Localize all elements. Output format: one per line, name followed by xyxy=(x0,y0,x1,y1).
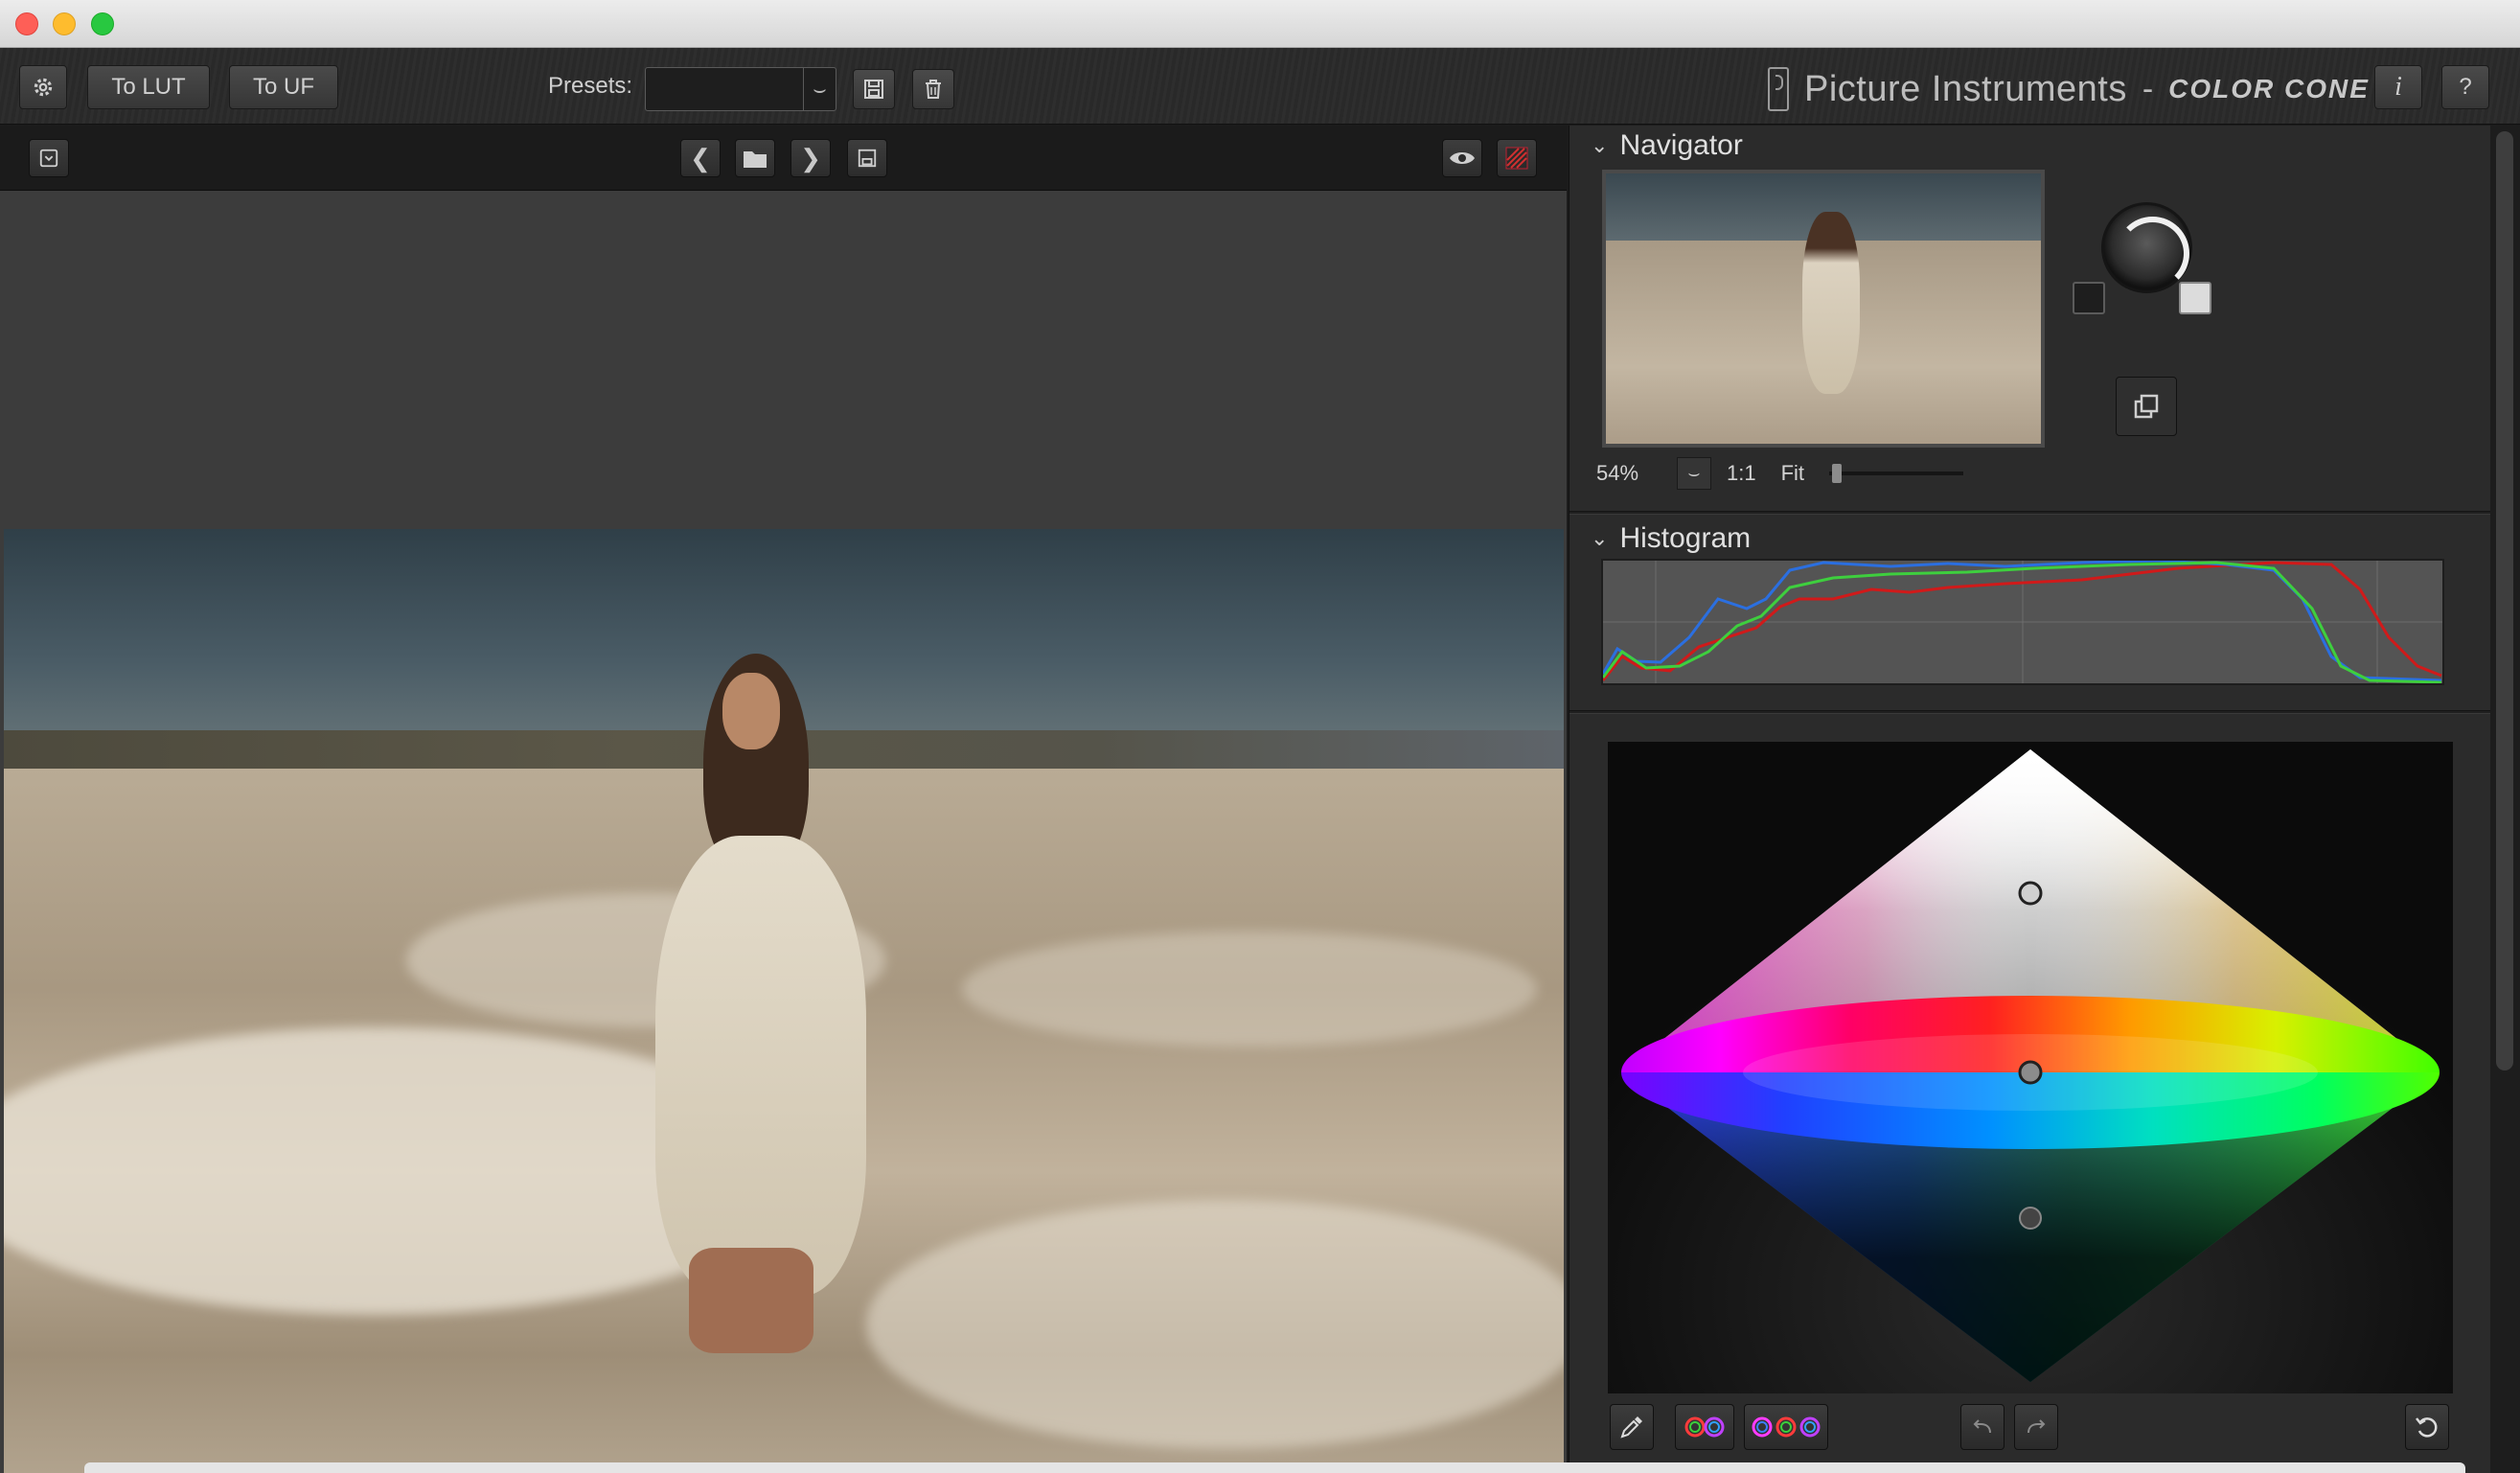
reset-icon xyxy=(2416,1417,2438,1438)
photo-subject-legs xyxy=(689,1248,813,1353)
histogram-graph xyxy=(1601,559,2444,685)
help-button[interactable]: ? xyxy=(2441,65,2489,109)
brand-separator: - xyxy=(2142,70,2154,107)
presets-dropdown[interactable]: ⌣ xyxy=(645,67,836,111)
thumbnail-subject xyxy=(1802,212,1860,394)
detach-window-icon xyxy=(2134,394,2159,419)
eyedropper-icon xyxy=(1620,1416,1642,1438)
photo-subject xyxy=(617,654,885,1382)
dropdown-box-icon xyxy=(39,149,58,168)
reset-button[interactable] xyxy=(2405,1404,2449,1450)
navigator-thumbnail[interactable] xyxy=(1602,170,2045,448)
image-view-toolbar: ❮ ❯ xyxy=(0,126,1567,191)
color-cone-view[interactable] xyxy=(1608,742,2453,1393)
zoom-1-1-button[interactable]: 1:1 xyxy=(1717,457,1766,490)
image-canvas[interactable] xyxy=(0,191,1567,1473)
photo-subject-face xyxy=(722,673,780,749)
panel-divider xyxy=(1569,710,2491,714)
midtones-control-point[interactable] xyxy=(2018,1060,2043,1085)
detach-window-button[interactable] xyxy=(2116,377,2177,436)
edited-photo xyxy=(4,529,1564,1473)
settings-button[interactable] xyxy=(19,65,67,109)
eye-icon xyxy=(1450,152,1475,164)
dark-background-button[interactable] xyxy=(2073,282,2105,314)
split-view-button[interactable] xyxy=(1497,139,1537,177)
scrollbar-thumb[interactable] xyxy=(2496,131,2513,1070)
highlights-control-point[interactable] xyxy=(2018,881,2043,906)
chevron-down-icon: ⌣ xyxy=(803,68,836,110)
save-icon xyxy=(858,149,877,168)
zoom-slider-knob[interactable] xyxy=(1831,464,1842,483)
bottom-edge xyxy=(84,1462,2465,1473)
two-rings-icon xyxy=(1684,1416,1725,1438)
zoom-slider[interactable] xyxy=(1829,464,1964,483)
to-uf-button[interactable]: To UF xyxy=(229,65,338,109)
zoom-dropdown-button[interactable]: ⌣ xyxy=(1677,457,1711,490)
undo-icon xyxy=(1973,1419,1991,1434)
photo-subject-dress xyxy=(655,836,866,1296)
info-button[interactable]: i xyxy=(2374,65,2422,109)
brand-name: Picture Instruments xyxy=(1804,68,2127,109)
gear-icon xyxy=(34,78,53,97)
histogram-header[interactable]: ⌄ Histogram xyxy=(1591,522,1751,555)
window-titlebar xyxy=(0,0,2520,48)
brand-header: Picture Instruments - COLOR CONE xyxy=(1768,65,2370,113)
three-rings-button[interactable] xyxy=(1744,1404,1828,1450)
chevron-down-icon: ⌄ xyxy=(1591,133,1609,157)
next-image-button[interactable]: ❯ xyxy=(790,139,831,177)
trash-icon xyxy=(926,80,941,99)
split-view-icon xyxy=(1505,147,1528,170)
view-options-button[interactable] xyxy=(29,139,69,177)
save-icon xyxy=(864,80,883,99)
to-lut-button[interactable]: To LUT xyxy=(87,65,210,109)
previous-image-button[interactable]: ❮ xyxy=(680,139,721,177)
color-cone-tools xyxy=(1608,1398,2453,1456)
folder-icon xyxy=(744,151,767,168)
zoom-controls: 54% ⌣ 1:1 Fit xyxy=(1591,455,1964,492)
redo-icon xyxy=(2027,1419,2046,1434)
light-background-button[interactable] xyxy=(2179,282,2211,314)
histogram-title: Histogram xyxy=(1619,522,1752,554)
shadows-control-point[interactable] xyxy=(2019,1207,2042,1230)
color-cone-svg xyxy=(1608,742,2453,1393)
delete-preset-button[interactable] xyxy=(912,69,954,109)
zoom-fit-button[interactable]: Fit xyxy=(1772,457,1814,490)
navigator-header[interactable]: ⌄ Navigator xyxy=(1591,129,1743,162)
two-rings-button[interactable] xyxy=(1675,1404,1734,1450)
picture-instruments-logo xyxy=(1768,67,1789,111)
undo-button[interactable] xyxy=(1960,1404,2005,1450)
eyedropper-button[interactable] xyxy=(1610,1404,1654,1450)
presets-label: Presets: xyxy=(548,73,633,99)
save-image-button[interactable] xyxy=(847,139,887,177)
product-name: COLOR CONE xyxy=(2168,74,2370,104)
open-image-button[interactable] xyxy=(735,139,775,177)
save-preset-button[interactable] xyxy=(853,69,895,109)
brightness-dial-icon[interactable] xyxy=(2101,202,2192,293)
navigator-title: Navigator xyxy=(1619,129,1743,161)
main-toolbar: To LUT To UF Presets: ⌣ Picture Instrume… xyxy=(0,48,2520,125)
minimize-window-button[interactable] xyxy=(53,12,76,35)
photo-foam xyxy=(962,932,1537,1047)
preview-toggle-button[interactable] xyxy=(1442,139,1482,177)
photo-foam xyxy=(866,1200,1564,1449)
redo-button[interactable] xyxy=(2014,1404,2058,1450)
close-window-button[interactable] xyxy=(15,12,38,35)
three-rings-icon xyxy=(1752,1416,1821,1438)
panel-scrollbar[interactable] xyxy=(2490,126,2520,1473)
right-panel: ⌄ Navigator 54% ⌣ 1:1 Fit ⌄ Histogram xyxy=(1569,126,2491,1473)
zoom-window-button[interactable] xyxy=(91,12,114,35)
panel-divider xyxy=(1569,511,2491,515)
histogram-svg xyxy=(1603,561,2442,683)
zoom-value: 54% xyxy=(1596,461,1639,485)
chevron-down-icon: ⌄ xyxy=(1591,526,1609,550)
